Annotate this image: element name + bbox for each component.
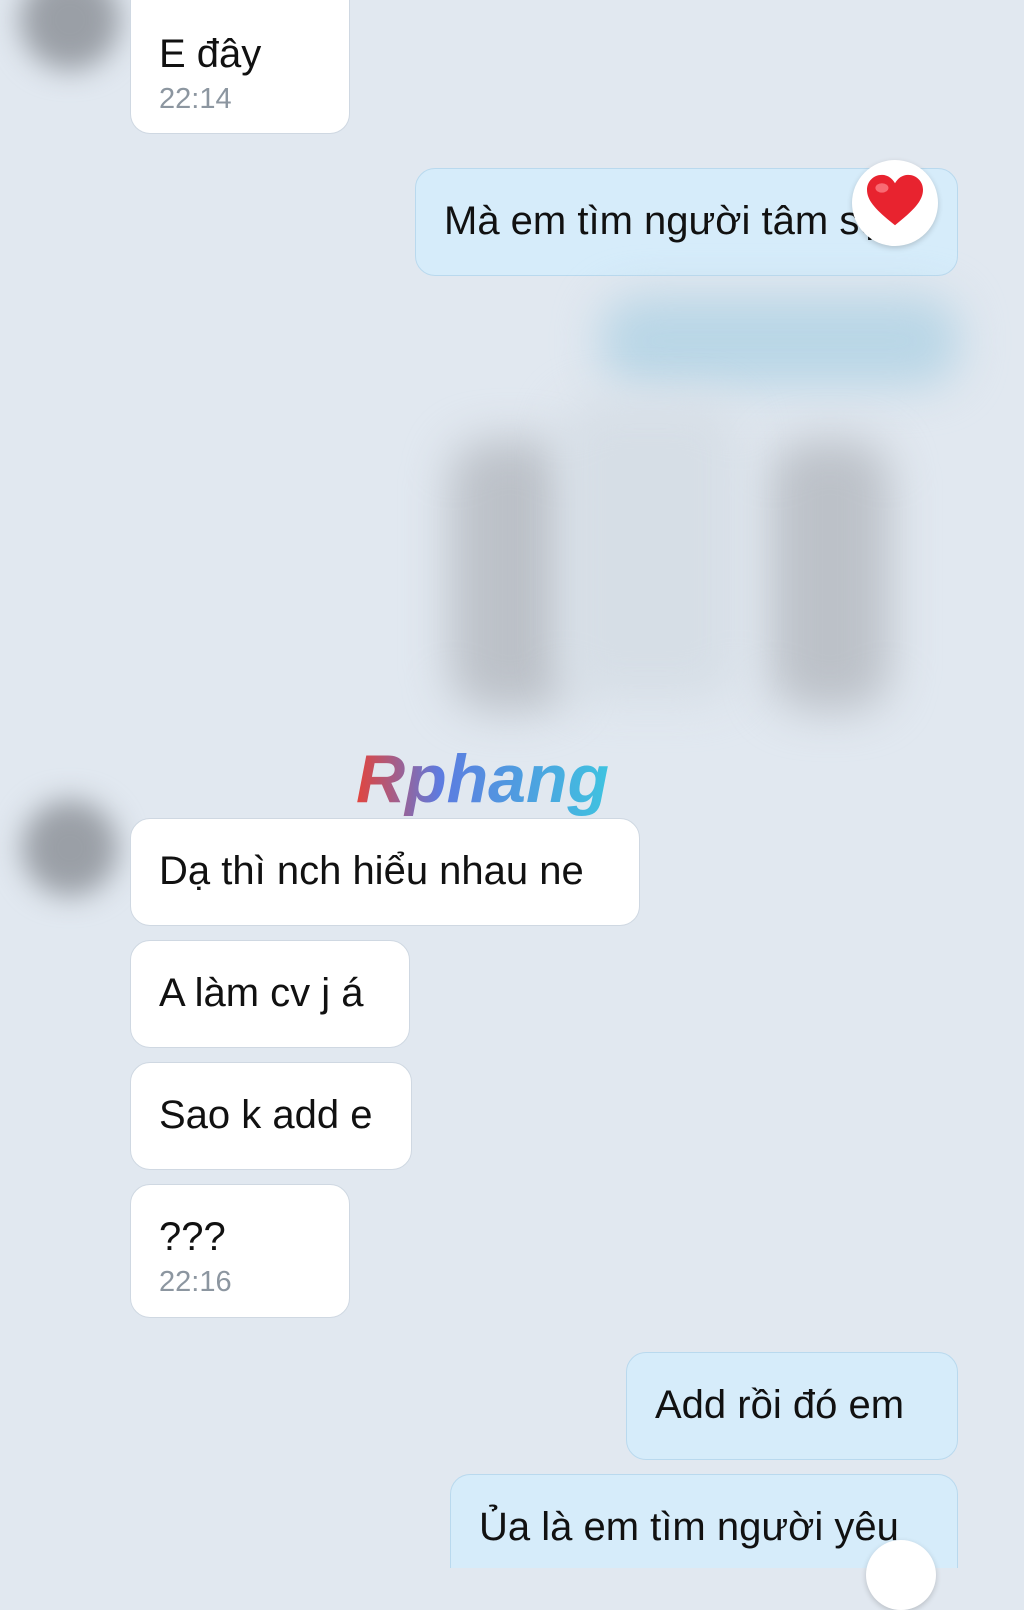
message-bubble-outgoing[interactable]: Add rồi đó em: [626, 1352, 958, 1460]
watermark-logo: Rphang: [352, 741, 652, 827]
reaction-badge[interactable]: [852, 160, 938, 246]
redacted-region: [600, 296, 960, 386]
message-text: Dạ thì nch hiểu nhau ne: [159, 849, 584, 893]
message-bubble-incoming[interactable]: ??? 22:16: [130, 1184, 350, 1318]
svg-text:Rphang: Rphang: [356, 742, 609, 817]
avatar[interactable]: [20, 0, 120, 70]
message-text: Add rồi đó em: [655, 1383, 905, 1427]
message-text: ???: [159, 1215, 226, 1259]
message-bubble-incoming[interactable]: E đây 22:14: [130, 0, 350, 134]
redacted-region: [450, 440, 570, 710]
message-text: Ủa là em tìm người yêu: [479, 1505, 899, 1549]
message-text: Mà em tìm người tâm sự: [444, 199, 887, 243]
message-time: 22:16: [159, 1266, 232, 1298]
message-bubble-incoming[interactable]: Sao k add e: [130, 1062, 412, 1170]
message-text: A làm cv j á: [159, 971, 364, 1015]
avatar[interactable]: [22, 800, 118, 896]
redacted-region: [770, 440, 890, 710]
message-time: 22:14: [159, 83, 232, 115]
message-text: Sao k add e: [159, 1093, 373, 1137]
heart-icon: [865, 173, 925, 234]
message-text: E đây: [159, 32, 262, 76]
message-bubble-incoming[interactable]: A làm cv j á: [130, 940, 410, 1048]
message-bubble-incoming[interactable]: Dạ thì nch hiểu nhau ne: [130, 818, 640, 926]
redacted-region: [560, 400, 740, 700]
